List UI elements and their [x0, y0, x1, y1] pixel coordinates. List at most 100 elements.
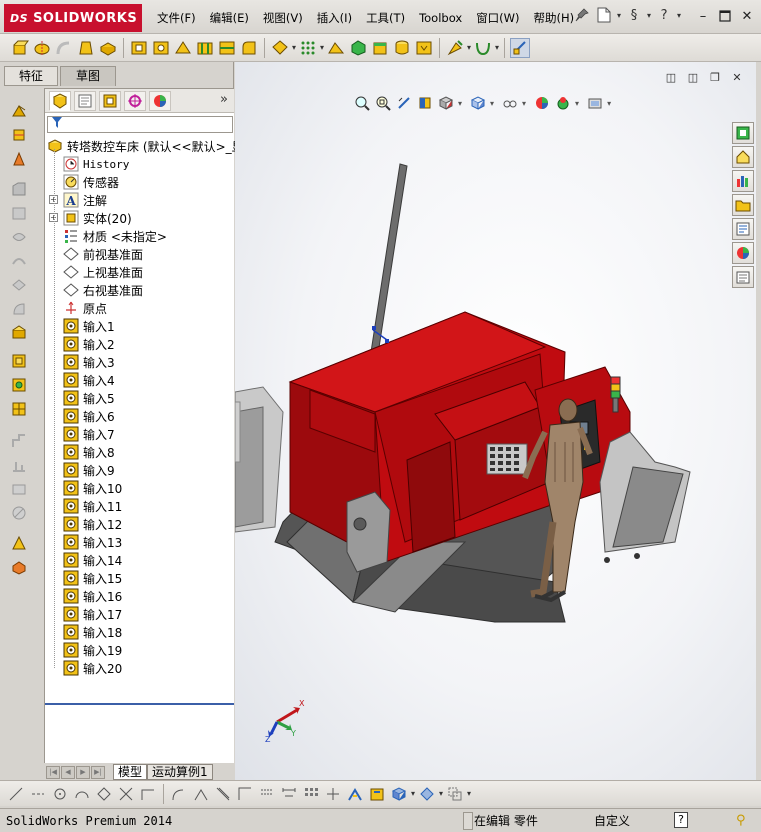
trim-icon[interactable]	[116, 784, 136, 804]
lofted-cut-icon[interactable]	[195, 38, 215, 58]
tree-input-feature[interactable]: 输入11	[63, 497, 122, 515]
chevron-down-icon[interactable]: ▾	[467, 789, 471, 798]
new-document-icon[interactable]	[595, 6, 613, 24]
minimize-icon[interactable]: –	[695, 8, 711, 24]
view-orientation-icon[interactable]	[437, 94, 455, 112]
chevron-down-icon[interactable]: ▾	[607, 99, 611, 108]
tree-input-feature[interactable]: 输入13	[63, 533, 122, 551]
move-face-icon[interactable]	[9, 456, 29, 474]
edit-appearance-icon[interactable]	[533, 94, 551, 112]
tree-input-feature[interactable]: 输入4	[63, 371, 115, 389]
combine-icon[interactable]	[9, 558, 29, 576]
intersect-icon[interactable]	[392, 38, 412, 58]
custom-properties-icon[interactable]	[732, 266, 754, 288]
chevron-down-icon[interactable]: ▾	[575, 99, 579, 108]
draft-icon[interactable]	[326, 38, 346, 58]
axis-side-icon[interactable]	[9, 376, 29, 394]
tree-sensors[interactable]: 传感器	[63, 173, 119, 191]
chevron-down-icon[interactable]: ▾	[495, 43, 499, 52]
maximize-icon[interactable]	[717, 8, 733, 24]
split-line-icon[interactable]	[9, 432, 29, 450]
view-settings-icon[interactable]	[586, 94, 604, 112]
menu-edit[interactable]: 编辑(E)	[203, 8, 256, 28]
chevron-down-icon[interactable]: ▾	[439, 789, 443, 798]
tree-input-feature[interactable]: 输入2	[63, 335, 115, 353]
tree-root-part[interactable]: 转塔数控车床 (默认<<默认>_显	[47, 137, 244, 155]
reference-geometry-icon[interactable]	[445, 38, 465, 58]
display-relations-icon[interactable]	[345, 784, 365, 804]
tab-features[interactable]: 特征	[4, 66, 58, 86]
tree-input-feature[interactable]: 输入9	[63, 461, 115, 479]
chevron-down-icon[interactable]: ▾	[320, 43, 324, 52]
menu-view[interactable]: 视图(V)	[256, 8, 310, 28]
tab-sketch[interactable]: 草图	[60, 66, 116, 86]
tree-input-feature[interactable]: 输入18	[63, 623, 122, 641]
tree-input-feature[interactable]: 输入8	[63, 443, 115, 461]
zoom-to-fit-icon[interactable]	[353, 94, 371, 112]
tree-front-plane[interactable]: 前视基准面	[63, 245, 143, 263]
flex-icon[interactable]	[9, 300, 29, 318]
sketch-chamfer-icon[interactable]	[191, 784, 211, 804]
close-icon[interactable]: ✕	[739, 8, 755, 24]
circle-icon[interactable]	[50, 784, 70, 804]
dimxpert-tab-icon[interactable]	[124, 90, 146, 111]
tree-input-feature[interactable]: 输入12	[63, 515, 122, 533]
plane-side-icon[interactable]	[9, 352, 29, 370]
pin-icon[interactable]	[573, 6, 591, 24]
delete-face-icon[interactable]	[9, 480, 29, 498]
chevron-down-icon[interactable]: ▾	[522, 99, 526, 108]
mirror-icon[interactable]	[414, 38, 434, 58]
tree-input-feature[interactable]: 输入17	[63, 605, 122, 623]
tree-annotations[interactable]: + A 注解	[49, 191, 107, 209]
zoom-to-area-icon[interactable]	[374, 94, 392, 112]
curves-icon[interactable]	[473, 38, 493, 58]
last-tab-icon[interactable]: ▶|	[91, 765, 105, 779]
scale-icon[interactable]	[9, 534, 29, 552]
home-icon[interactable]	[732, 146, 754, 168]
close-viewport-icon[interactable]: ✕	[730, 70, 744, 84]
tree-input-feature[interactable]: 输入16	[63, 587, 122, 605]
help-status-icon[interactable]: ?	[674, 812, 688, 828]
display-style-icon[interactable]	[469, 94, 487, 112]
tree-input-feature[interactable]: 输入5	[63, 389, 115, 407]
replace-face-icon[interactable]	[9, 504, 29, 522]
chevron-down-icon[interactable]: ▾	[292, 43, 296, 52]
linear-sketch-pattern-icon[interactable]	[301, 784, 321, 804]
menu-toolbox[interactable]: Toolbox	[412, 8, 469, 28]
boundary-cut-icon[interactable]	[217, 38, 237, 58]
section-view-icon[interactable]	[416, 94, 434, 112]
solidworks-logo[interactable]: DS SOLIDWORKS	[4, 4, 142, 32]
extrude-icon[interactable]	[9, 102, 29, 120]
repair-sketch-icon[interactable]	[367, 784, 387, 804]
tree-origin[interactable]: 原点	[63, 299, 107, 317]
tree-input-feature[interactable]: 输入14	[63, 551, 122, 569]
tree-input-feature[interactable]: 输入15	[63, 569, 122, 587]
pattern-side-icon[interactable]	[9, 400, 29, 418]
rib-icon[interactable]	[298, 38, 318, 58]
prev-tab-icon[interactable]: ◀	[61, 765, 75, 779]
help-icon[interactable]: ?	[655, 6, 673, 24]
next-tab-icon[interactable]: ▶	[76, 765, 90, 779]
more-tabs-icon[interactable]: »	[220, 92, 228, 107]
tab-model[interactable]: 模型	[113, 764, 148, 780]
graphics-area[interactable]: ◫ ◫ ❐ ✕ ▾ ▾ ▾ ▾ ▾ X Y Z	[235, 62, 756, 780]
wrap-side-icon[interactable]	[9, 228, 29, 246]
deform-icon[interactable]	[9, 324, 29, 342]
fillet-side-icon[interactable]	[9, 150, 29, 168]
menu-file[interactable]: 文件(F)	[150, 8, 203, 28]
tree-input-feature[interactable]: 输入3	[63, 353, 115, 371]
extruded-boss-icon[interactable]	[10, 38, 30, 58]
tree-solid-bodies[interactable]: + 实体(20)	[49, 209, 132, 227]
loft-icon[interactable]	[76, 38, 96, 58]
tree-input-feature[interactable]: 输入7	[63, 425, 115, 443]
chevron-down-icon[interactable]: ▾	[647, 11, 651, 20]
feature-tree-tab-icon[interactable]	[49, 90, 71, 111]
chevron-down-icon[interactable]: ▾	[617, 11, 621, 20]
first-tab-icon[interactable]: |◀	[46, 765, 60, 779]
restore-icon[interactable]: ❐	[708, 70, 722, 84]
tree-input-feature[interactable]: 输入10	[63, 479, 122, 497]
tree-input-feature[interactable]: 输入20	[63, 659, 122, 677]
tree-history[interactable]: History	[63, 155, 129, 173]
polygon-icon[interactable]	[94, 784, 114, 804]
appearances-icon[interactable]	[732, 242, 754, 264]
